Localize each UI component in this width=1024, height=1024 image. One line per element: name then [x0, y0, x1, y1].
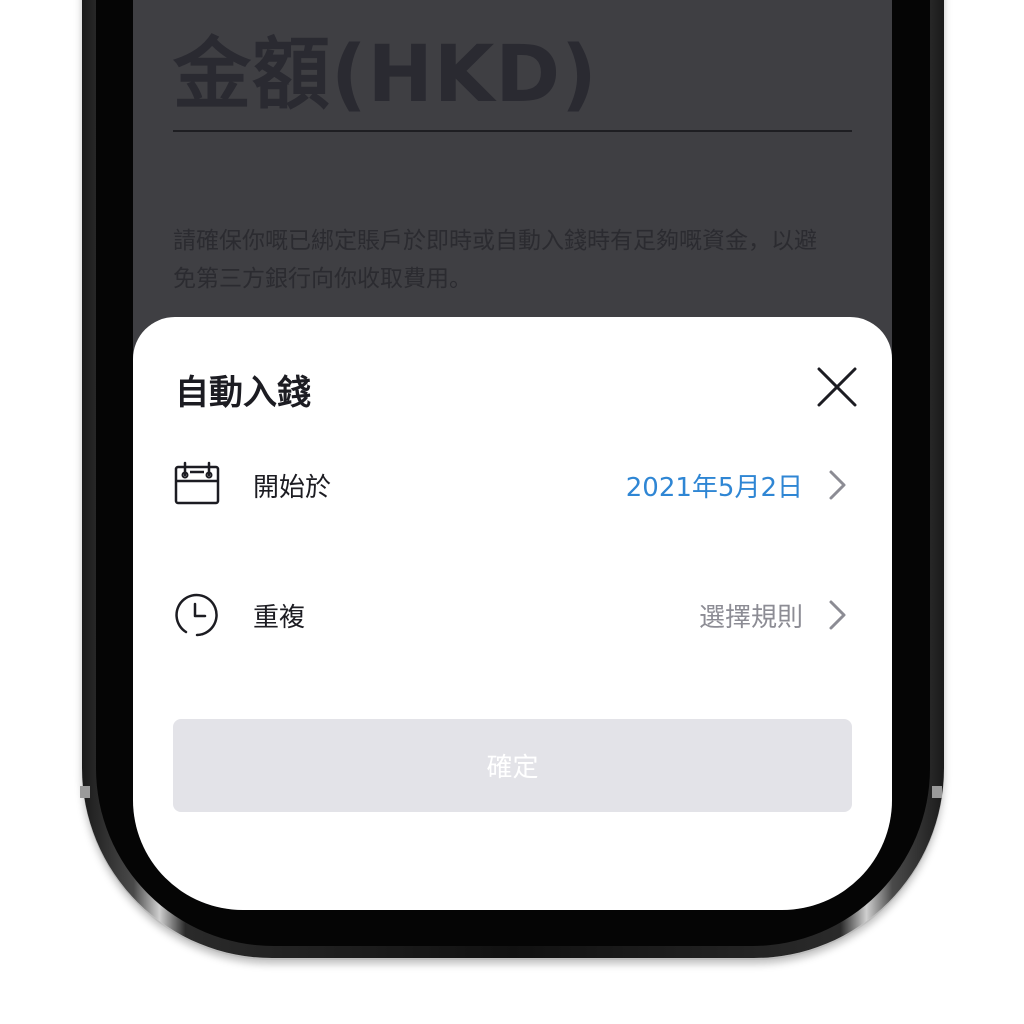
- auto-topup-sheet: 自動入錢 開始於 2021年5月2日 重複 選擇規則 確定: [133, 317, 892, 910]
- chevron-right-icon: [829, 470, 846, 500]
- side-button-right: [932, 786, 942, 798]
- close-button[interactable]: [813, 363, 861, 411]
- device-mockup: 金額(HKD) 請確保你嘅已綁定賬戶於即時或自動入錢時有足夠嘅資金，以避免第三方…: [0, 0, 1024, 1024]
- calendar-icon: [174, 461, 220, 505]
- clock-icon: [175, 593, 218, 637]
- chevron-right-icon: [829, 600, 846, 630]
- start-date-value: 2021年5月2日: [625, 473, 803, 503]
- sheet-title: 自動入錢: [175, 373, 311, 413]
- repeat-value: 選擇規則: [698, 603, 803, 633]
- start-date-row[interactable]: 開始於 2021年5月2日: [173, 455, 853, 515]
- repeat-label: 重複: [253, 603, 306, 633]
- repeat-rule-row[interactable]: 重複 選擇規則: [173, 585, 853, 645]
- phone-screen: 金額(HKD) 請確保你嘅已綁定賬戶於即時或自動入錢時有足夠嘅資金，以避免第三方…: [133, 0, 892, 910]
- amount-divider: [173, 130, 852, 132]
- confirm-button[interactable]: 確定: [173, 719, 852, 812]
- amount-title: 金額(HKD): [173, 30, 598, 120]
- close-icon: [817, 367, 857, 407]
- side-button-left: [80, 786, 90, 798]
- start-date-label: 開始於: [253, 473, 332, 503]
- funding-note: 請確保你嘅已綁定賬戶於即時或自動入錢時有足夠嘅資金，以避免第三方銀行向你收取費用…: [173, 228, 817, 292]
